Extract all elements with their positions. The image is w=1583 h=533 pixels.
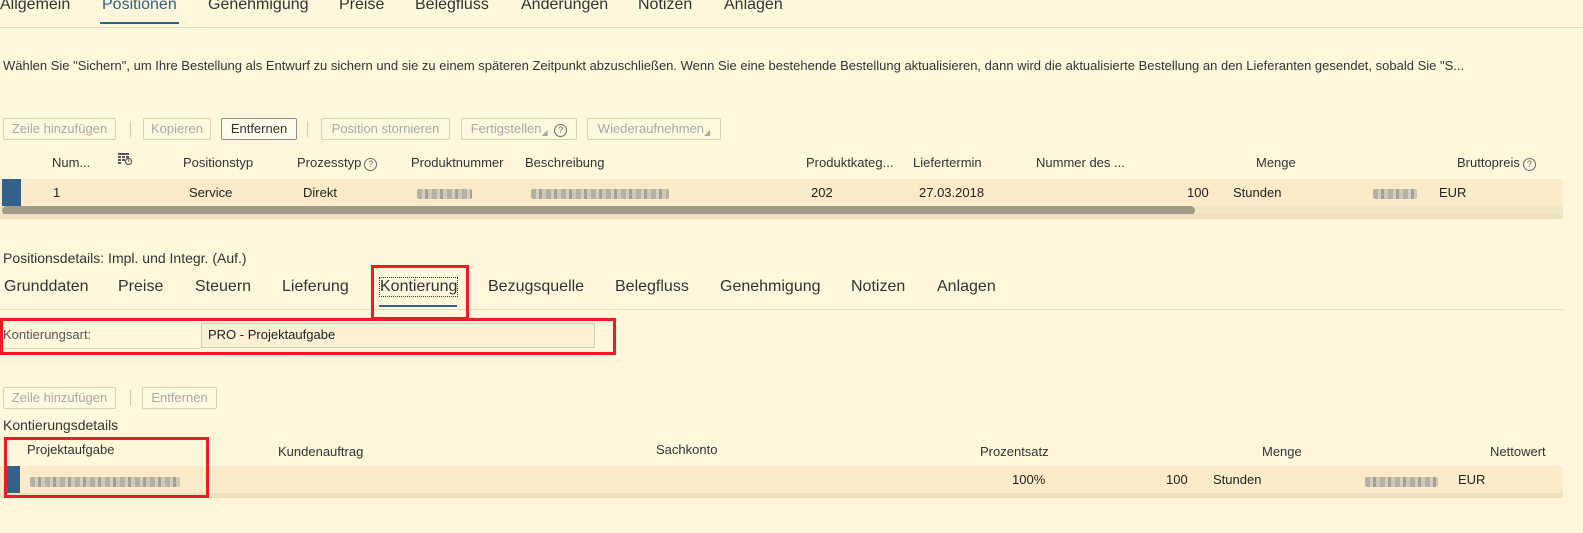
col-prozesstyp-label: Prozesstyp (297, 155, 362, 170)
cell-menge: 100 (1187, 185, 1209, 200)
col-nummer-des[interactable]: Nummer des ... (1036, 155, 1125, 170)
kontierungsdetails-title: Kontierungsdetails (3, 417, 119, 433)
col-menge[interactable]: Menge (1262, 444, 1302, 459)
add-row-button[interactable]: Zeile hinzufügen (3, 118, 116, 140)
table-row[interactable]: 1 Service Direkt 202 27.03.2018 100 Stun… (0, 179, 1563, 206)
complete-button-label: Fertigstellen (470, 121, 542, 136)
tab-genehmigung-detail[interactable]: Genehmigung (720, 278, 821, 296)
col-produktnummer[interactable]: Produktnummer (411, 155, 503, 170)
col-bruttopreis[interactable]: Bruttopreis? (1457, 155, 1536, 171)
toolbar-separator (307, 121, 308, 137)
toolbar-separator (130, 390, 131, 406)
cell-prozesstyp: Direkt (303, 185, 337, 200)
row-selector[interactable] (2, 179, 21, 206)
top-tab-bar: Allgemein Positionen Genehmigung Preise … (0, 0, 1583, 28)
cell-produktnummer-redacted (417, 187, 472, 202)
info-message: Wählen Sie "Sichern", um Ihre Bestellung… (3, 58, 1465, 73)
col-produktkategorie[interactable]: Produktkateg... (806, 155, 893, 170)
tab-aenderungen[interactable]: Änderungen (521, 0, 608, 14)
cell-prozentsatz: 100% (1012, 472, 1046, 487)
remove-button[interactable]: Entfernen (221, 118, 297, 140)
cell-waehrung: EUR (1458, 472, 1486, 487)
cell-einheit: Stunden (1233, 185, 1282, 200)
tab-genehmigung[interactable]: Genehmigung (208, 0, 309, 14)
cell-liefertermin: 27.03.2018 (919, 185, 985, 200)
tab-anlagen[interactable]: Anlagen (724, 0, 783, 14)
add-row-button[interactable]: Zeile hinzufügen (3, 387, 116, 409)
cell-einheit: Stunden (1213, 472, 1262, 487)
col-menge[interactable]: Menge (1256, 155, 1296, 170)
tab-anlagen-detail[interactable]: Anlagen (937, 278, 996, 296)
cell-produktkategorie: 202 (811, 185, 833, 200)
cancel-position-button[interactable]: Position stornieren (321, 118, 450, 140)
col-bruttopreis-label: Bruttopreis (1457, 155, 1520, 170)
col-positionstyp[interactable]: Positionstyp (183, 155, 253, 170)
highlight-box-kontierungsart (0, 318, 616, 355)
table-row[interactable]: 100% 100 Stunden EUR (0, 466, 1563, 493)
resume-button-label: Wiederaufnehmen (597, 121, 705, 136)
cell-waehrung: EUR (1439, 185, 1467, 200)
positions-table-header: Num... Positionstyp Prozesstyp? Produktn… (0, 148, 1563, 180)
help-icon: ? (554, 124, 568, 137)
dropdown-corner-icon: ◢ (541, 128, 548, 137)
cell-menge: 100 (1166, 472, 1188, 487)
col-kundenauftrag[interactable]: Kundenauftrag (278, 444, 363, 459)
cell-positionstyp: Service (189, 185, 233, 200)
help-icon: ? (364, 158, 378, 171)
position-details-title: Positionsdetails: Impl. und Integr. (Auf… (3, 250, 247, 266)
tab-allgemein[interactable]: Allgemein (0, 0, 70, 14)
complete-button[interactable]: Fertigstellen◢ ? (461, 118, 577, 140)
tab-bezugsquelle[interactable]: Bezugsquelle (488, 278, 584, 296)
tab-bar-divider (0, 309, 1563, 310)
tab-positionen[interactable]: Positionen (100, 0, 179, 24)
dropdown-corner-icon: ◢ (704, 128, 711, 137)
tab-preise-detail[interactable]: Preise (118, 278, 163, 296)
tab-lieferung[interactable]: Lieferung (282, 278, 349, 296)
cell-bruttopreis-redacted (1373, 187, 1417, 202)
col-num[interactable]: Num... (52, 155, 90, 170)
tab-belegfluss[interactable]: Belegfluss (415, 0, 489, 14)
col-prozentsatz[interactable]: Prozentsatz (980, 444, 1049, 459)
col-prozesstyp[interactable]: Prozesstyp? (297, 155, 378, 171)
tab-grunddaten[interactable]: Grunddaten (4, 278, 89, 296)
cell-nettowert-redacted (1365, 475, 1438, 490)
tab-steuern[interactable]: Steuern (195, 278, 251, 296)
cell-num: 1 (53, 185, 61, 200)
table-bottom-border (0, 214, 1563, 219)
toolbar-separator (130, 121, 131, 137)
col-sachkonto[interactable]: Sachkonto (656, 442, 717, 457)
highlight-box-kontierung-tab (371, 265, 469, 320)
col-liefertermin[interactable]: Liefertermin (913, 155, 982, 170)
kontierung-table-header: Projektaufgabe Kundenauftrag Sachkonto P… (0, 435, 1563, 467)
tab-belegfluss-detail[interactable]: Belegfluss (615, 278, 689, 296)
highlight-box-projektaufgabe (4, 437, 209, 498)
tab-preise[interactable]: Preise (339, 0, 384, 14)
tab-notizen[interactable]: Notizen (638, 0, 692, 14)
help-icon: ? (1522, 158, 1536, 171)
copy-button[interactable]: Kopieren (143, 118, 211, 140)
col-nettowert[interactable]: Nettowert (1490, 444, 1546, 459)
remove-button[interactable]: Entfernen (142, 387, 217, 409)
table-settings-icon[interactable] (118, 153, 132, 168)
table-bottom-border (0, 493, 1563, 498)
cell-beschreibung-redacted (531, 187, 669, 202)
col-beschreibung[interactable]: Beschreibung (525, 155, 605, 170)
resume-button[interactable]: Wiederaufnehmen◢ (587, 118, 721, 140)
tab-notizen-detail[interactable]: Notizen (851, 278, 905, 296)
